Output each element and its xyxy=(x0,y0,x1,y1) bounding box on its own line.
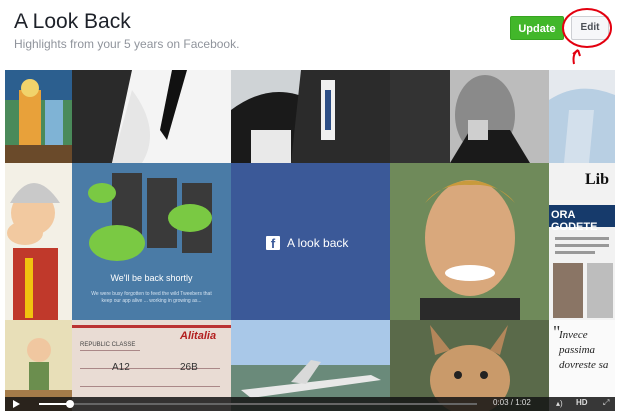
play-icon[interactable] xyxy=(13,400,20,408)
tile-blue-shirt xyxy=(549,70,615,163)
page-subtitle: Highlights from your 5 years on Facebook… xyxy=(14,37,240,51)
tile-cartoon-top xyxy=(5,70,72,163)
ticket-seat: A12 xyxy=(112,362,130,373)
tile-asterix xyxy=(5,163,72,320)
ticket-class: REPUBLIC CLASSE xyxy=(80,342,136,348)
seek-handle[interactable] xyxy=(65,400,74,408)
time-display: 0:03 / 1:02 xyxy=(493,398,531,407)
quote-text: Invece passima dovreste sa xyxy=(559,329,609,371)
airline-name: Alitalia xyxy=(180,330,217,342)
update-button[interactable]: Update xyxy=(510,16,564,40)
facebook-icon: f xyxy=(266,236,280,251)
newspaper-masthead: Lib xyxy=(585,171,610,188)
tile-newspaper: Lib ORA GODETE xyxy=(549,163,615,320)
look-back-label: A look back xyxy=(287,236,349,250)
hd-toggle[interactable]: HD xyxy=(576,398,588,407)
fullscreen-icon[interactable]: ⤢ xyxy=(603,398,609,408)
back-shortly-text: We'll be back shortly xyxy=(110,273,193,283)
tile-suits xyxy=(231,70,390,163)
tile-back-shortly: We'll be back shortly We were busy forgo… xyxy=(72,163,231,320)
seek-bar[interactable] xyxy=(39,400,477,408)
tile-thinking-man xyxy=(390,70,549,163)
ticket-number: 26B xyxy=(180,362,198,373)
back-shortly-body: We were busy forgotten to feed the wild … xyxy=(91,291,212,304)
tile-white-shirt xyxy=(72,70,231,163)
tile-smiling-man xyxy=(390,163,549,320)
look-back-title-card: f A look back xyxy=(231,163,390,320)
page-header: A Look Back Highlights from your 5 years… xyxy=(0,0,620,68)
newspaper-headline: ORA GODETE xyxy=(551,209,598,233)
edit-button[interactable]: Edit xyxy=(571,16,609,40)
video-player[interactable]: We'll be back shortly We were busy forgo… xyxy=(5,70,615,411)
volume-icon[interactable]: ▴) xyxy=(556,399,563,408)
page-title: A Look Back xyxy=(14,10,131,33)
video-controls: 0:03 / 1:02 ▴) HD ⤢ xyxy=(5,397,615,411)
